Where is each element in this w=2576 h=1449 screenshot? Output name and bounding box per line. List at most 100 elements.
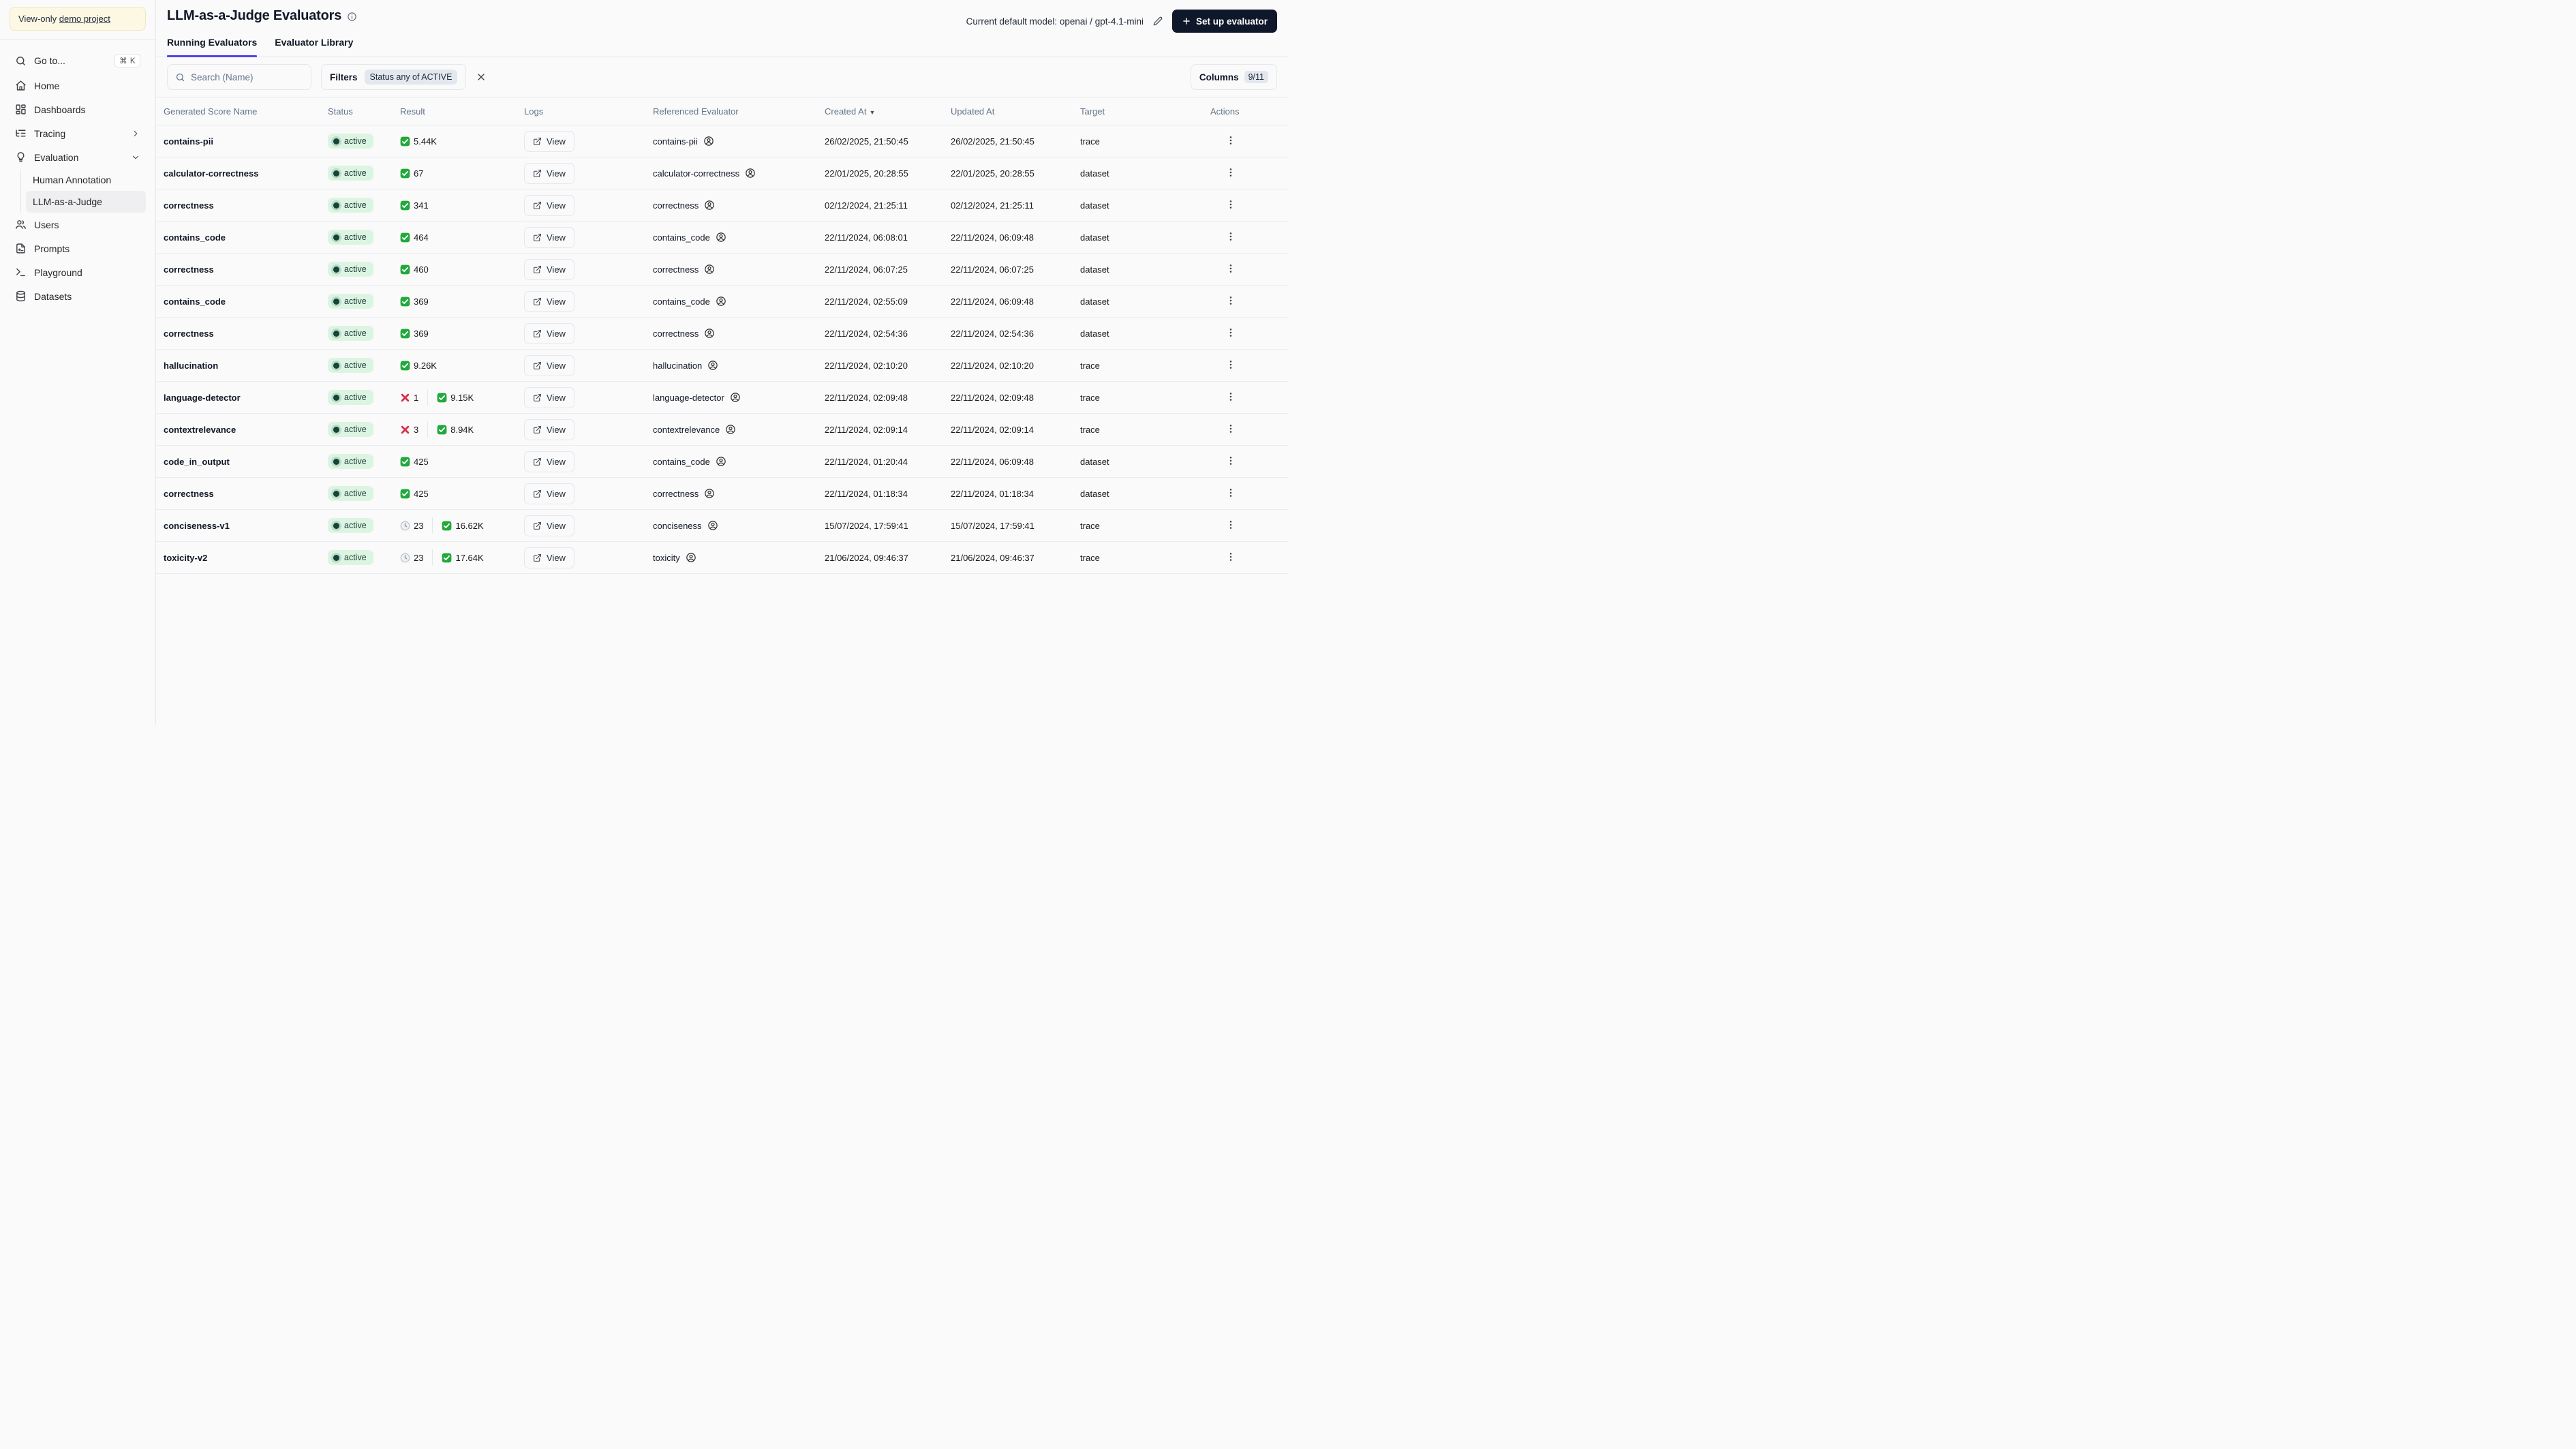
created-at-value: 22/01/2025, 20:28:55: [825, 168, 908, 179]
edit-model-pencil-icon[interactable]: [1153, 16, 1163, 26]
referenced-evaluator-link[interactable]: correctness: [653, 328, 825, 339]
col-created-at[interactable]: Created At ▼: [825, 106, 951, 117]
sidebar-item-label: Datasets: [34, 290, 72, 302]
columns-button[interactable]: Columns 9/11: [1190, 64, 1277, 90]
row-actions-kebab-button[interactable]: [1225, 165, 1240, 180]
clear-filters-button[interactable]: [476, 72, 487, 82]
view-logs-button[interactable]: View: [524, 194, 574, 216]
col-target[interactable]: Target: [1080, 106, 1210, 117]
view-logs-button[interactable]: View: [524, 515, 574, 536]
view-logs-button[interactable]: View: [524, 322, 574, 344]
row-actions-kebab-button[interactable]: [1225, 229, 1240, 244]
referenced-evaluator-link[interactable]: contains_code: [653, 456, 825, 467]
view-logs-button[interactable]: View: [524, 386, 574, 408]
filters-button[interactable]: Filters Status any of ACTIVE: [321, 64, 467, 90]
row-actions-kebab-button[interactable]: [1225, 549, 1240, 564]
sidebar-item-users[interactable]: Users: [10, 213, 146, 237]
sidebar-item-llm-as-a-judge[interactable]: LLM-as-a-Judge: [26, 191, 146, 213]
row-actions-kebab-button[interactable]: [1225, 389, 1240, 404]
row-actions-kebab-button[interactable]: [1225, 133, 1240, 148]
referenced-evaluator-link[interactable]: hallucination: [653, 360, 825, 371]
col-generated-score-name[interactable]: Generated Score Name: [164, 106, 328, 117]
keyboard-shortcut-badge: ⌘ K: [114, 54, 140, 67]
view-logs-button[interactable]: View: [524, 483, 574, 504]
result-cell: 5.44K: [400, 136, 524, 147]
row-actions-kebab-button[interactable]: [1225, 197, 1240, 212]
view-logs-button[interactable]: View: [524, 130, 574, 152]
sidebar-item-label: Dashboards: [34, 104, 86, 115]
view-logs-button[interactable]: View: [524, 258, 574, 280]
tab-evaluator-library[interactable]: Evaluator Library: [275, 37, 353, 57]
sidebar-item-dashboards[interactable]: Dashboards: [10, 97, 146, 121]
view-logs-button[interactable]: View: [524, 354, 574, 376]
sidebar-item-tracing[interactable]: Tracing: [10, 121, 146, 145]
referenced-evaluator-link[interactable]: language-detector: [653, 392, 825, 403]
view-logs-button[interactable]: View: [524, 547, 574, 568]
col-result[interactable]: Result: [400, 106, 524, 117]
referenced-evaluator-link[interactable]: contains-pii: [653, 136, 825, 147]
col-updated-at[interactable]: Updated At: [951, 106, 1080, 117]
updated-at-value: 22/11/2024, 02:09:14: [951, 424, 1034, 435]
demo-project-link[interactable]: demo project: [59, 14, 110, 24]
sidebar-item-evaluation[interactable]: Evaluation: [10, 145, 146, 169]
referenced-evaluator-link[interactable]: correctness: [653, 200, 825, 211]
referenced-evaluator-link[interactable]: calculator-correctness: [653, 168, 825, 179]
user-circle-icon: [725, 424, 736, 435]
row-actions-kebab-button[interactable]: [1225, 293, 1240, 308]
status-dot-icon: [333, 202, 339, 209]
generated-score-name: contains_code: [164, 232, 226, 243]
result-count: 5.44K: [414, 136, 437, 147]
referenced-evaluator-link[interactable]: contains_code: [653, 296, 825, 307]
referenced-evaluator-link[interactable]: correctness: [653, 488, 825, 499]
sidebar-item-home[interactable]: Home: [10, 74, 146, 97]
info-icon[interactable]: [347, 12, 357, 22]
sidebar-item-playground[interactable]: Playground: [10, 260, 146, 284]
row-actions-kebab-button[interactable]: [1225, 357, 1240, 372]
col-referenced-evaluator[interactable]: Referenced Evaluator: [653, 106, 825, 117]
referenced-evaluator-link[interactable]: toxicity: [653, 552, 825, 563]
sidebar-item-human-annotation[interactable]: Human Annotation: [26, 169, 146, 191]
sidebar-item-datasets[interactable]: Datasets: [10, 284, 146, 308]
sidebar: View-only demo project Go to... ⌘ K Home Da…: [0, 0, 156, 724]
user-circle-icon: [704, 328, 715, 339]
target-value: trace: [1080, 552, 1100, 563]
result-cell: 369: [400, 329, 524, 339]
row-actions-kebab-button[interactable]: [1225, 421, 1240, 436]
table-row: correctness active 460 View correctness: [156, 254, 1288, 286]
view-logs-button[interactable]: View: [524, 451, 574, 472]
created-at-value: 22/11/2024, 02:55:09: [825, 296, 908, 307]
sidebar-item-prompts[interactable]: Prompts: [10, 237, 146, 260]
row-actions-kebab-button[interactable]: [1225, 485, 1240, 500]
external-link-icon: [533, 457, 542, 466]
search-input[interactable]: [191, 72, 303, 82]
result-count: 369: [414, 328, 429, 339]
set-up-evaluator-button[interactable]: Set up evaluator: [1171, 10, 1277, 33]
result-cell: 1 9.15K: [400, 389, 524, 406]
view-logs-button[interactable]: View: [524, 226, 574, 248]
referenced-evaluator-link[interactable]: correctness: [653, 264, 825, 275]
referenced-evaluator-link[interactable]: contains_code: [653, 232, 825, 243]
updated-at-value: 22/11/2024, 06:09:48: [951, 456, 1034, 467]
generated-score-name: correctness: [164, 328, 214, 339]
view-only-banner: View-only demo project: [10, 7, 146, 31]
view-logs-button[interactable]: View: [524, 418, 574, 440]
user-circle-icon: [716, 456, 726, 467]
target-value: dataset: [1080, 168, 1109, 179]
col-logs[interactable]: Logs: [524, 106, 653, 117]
row-actions-kebab-button[interactable]: [1225, 453, 1240, 468]
result-divider: [432, 549, 433, 566]
row-actions-kebab-button[interactable]: [1225, 261, 1240, 276]
sidebar-item-goto[interactable]: Go to... ⌘ K: [10, 48, 146, 74]
row-actions-kebab-button[interactable]: [1225, 325, 1240, 340]
tab-running-evaluators[interactable]: Running Evaluators: [167, 37, 258, 57]
generated-score-name: correctness: [164, 488, 214, 499]
view-logs-button[interactable]: View: [524, 162, 574, 184]
project-banner-section: View-only demo project: [0, 0, 155, 40]
col-status[interactable]: Status: [328, 106, 400, 117]
row-actions-kebab-button[interactable]: [1225, 517, 1240, 532]
result-count: 464: [414, 232, 429, 243]
view-logs-button[interactable]: View: [524, 290, 574, 312]
referenced-evaluator-link[interactable]: conciseness: [653, 520, 825, 531]
referenced-evaluator-link[interactable]: contextrelevance: [653, 424, 825, 435]
user-circle-icon: [704, 200, 715, 211]
